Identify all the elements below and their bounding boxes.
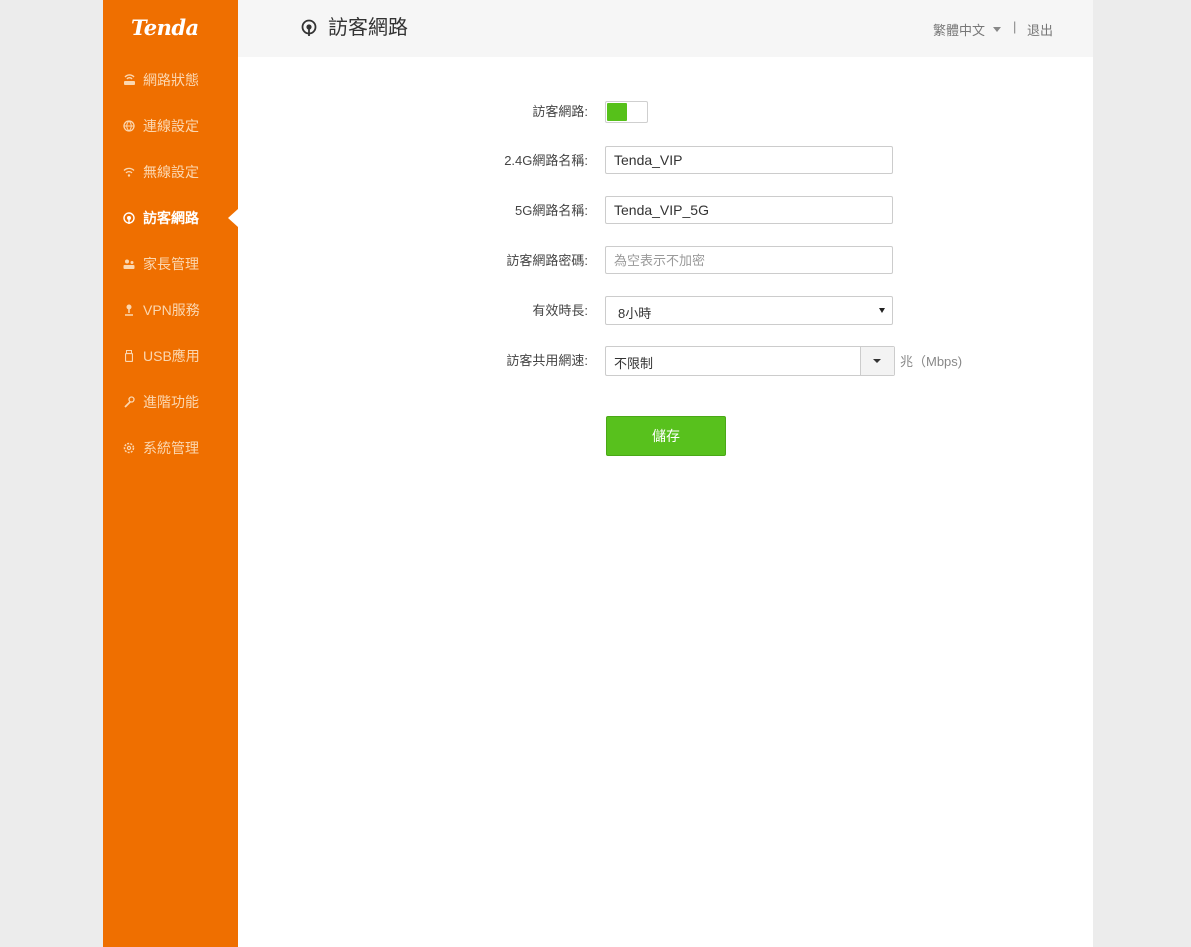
sidebar-item-label: 無線設定 xyxy=(143,164,199,180)
guest-network-label: 訪客網路: xyxy=(532,104,588,119)
sidebar-item-advanced[interactable]: 進階功能 xyxy=(103,379,238,425)
wifi-icon xyxy=(122,165,136,179)
shared-speed-unit: 兆（Mbps) xyxy=(900,354,963,369)
vpn-icon xyxy=(122,303,136,317)
sidebar-item-label: 訪客網路 xyxy=(143,210,199,226)
sidebar-item-label: VPN服務 xyxy=(143,302,200,318)
ssid-5g-input[interactable] xyxy=(605,196,893,224)
sidebar-item-system[interactable]: 系統管理 xyxy=(103,425,238,471)
language-selector[interactable]: 繁體中文 xyxy=(933,20,1002,39)
sidebar-item-label: 系統管理 xyxy=(143,440,199,456)
sidebar-item-vpn[interactable]: VPN服務 xyxy=(103,287,238,333)
save-button[interactable]: 儲存 xyxy=(606,416,726,456)
chevron-down-icon xyxy=(993,27,1002,32)
globe-icon xyxy=(122,119,136,133)
sidebar-item-parental-control[interactable]: 家長管理 xyxy=(103,241,238,287)
wrench-icon xyxy=(122,395,136,409)
duration-label: 有效時長: xyxy=(532,303,588,318)
duration-select[interactable]: 8小時 xyxy=(605,296,893,325)
sidebar-item-label: USB應用 xyxy=(143,348,200,364)
sidebar-item-usb[interactable]: USB應用 xyxy=(103,333,238,379)
language-label: 繁體中文 xyxy=(933,23,986,38)
sidebar-item-wireless[interactable]: 無線設定 xyxy=(103,149,238,195)
shared-speed-dropdown-button[interactable] xyxy=(860,347,894,375)
shared-speed-label: 訪客共用網速: xyxy=(506,353,588,368)
parental-control-icon xyxy=(122,257,136,271)
password-input[interactable] xyxy=(605,246,893,274)
sidebar-item-guest-network[interactable]: 訪客網路 xyxy=(103,195,238,241)
router-icon xyxy=(122,73,136,87)
ssid-24g-label: 2.4G網路名稱: xyxy=(504,153,588,168)
sidebar-item-network-status[interactable]: 網路狀態 xyxy=(103,57,238,103)
page-title: 訪客網路 xyxy=(328,17,408,39)
sidebar-item-label: 家長管理 xyxy=(143,256,199,272)
usb-icon xyxy=(122,349,136,363)
sidebar: Tenda 網路狀態 連線設定 無線設定 訪客網路 家長管理 VPN服務 USB… xyxy=(103,0,238,947)
tenda-logo: Tenda xyxy=(131,15,199,40)
dropdown-arrow-icon xyxy=(879,308,885,313)
ssid-24g-input[interactable] xyxy=(605,146,893,174)
top-bar: 訪客網路 繁體中文 | 退出 xyxy=(238,0,1093,57)
toggle-on-indicator xyxy=(607,103,627,121)
guest-network-toggle[interactable] xyxy=(605,101,648,123)
sidebar-item-connection[interactable]: 連線設定 xyxy=(103,103,238,149)
duration-value: 8小時 xyxy=(618,306,652,321)
guest-network-icon xyxy=(122,211,136,225)
shared-speed-combo[interactable]: 不限制 xyxy=(605,346,895,376)
sidebar-item-label: 網路狀態 xyxy=(143,72,199,88)
logout-link[interactable]: 退出 xyxy=(1027,20,1053,39)
main-content: 訪客網路 繁體中文 | 退出 訪客網路: 2.4G網路名稱: 5G網路名稱: 訪… xyxy=(238,0,1093,947)
gear-icon xyxy=(122,441,136,455)
shared-speed-value: 不限制 xyxy=(614,356,654,371)
sidebar-item-label: 進階功能 xyxy=(143,394,199,410)
guest-network-icon xyxy=(301,19,319,37)
caret-down-icon xyxy=(873,359,881,363)
header-separator: | xyxy=(1013,19,1017,34)
sidebar-item-label: 連線設定 xyxy=(143,118,199,134)
password-label: 訪客網路密碼: xyxy=(506,253,588,268)
ssid-5g-label: 5G網路名稱: xyxy=(515,203,588,218)
